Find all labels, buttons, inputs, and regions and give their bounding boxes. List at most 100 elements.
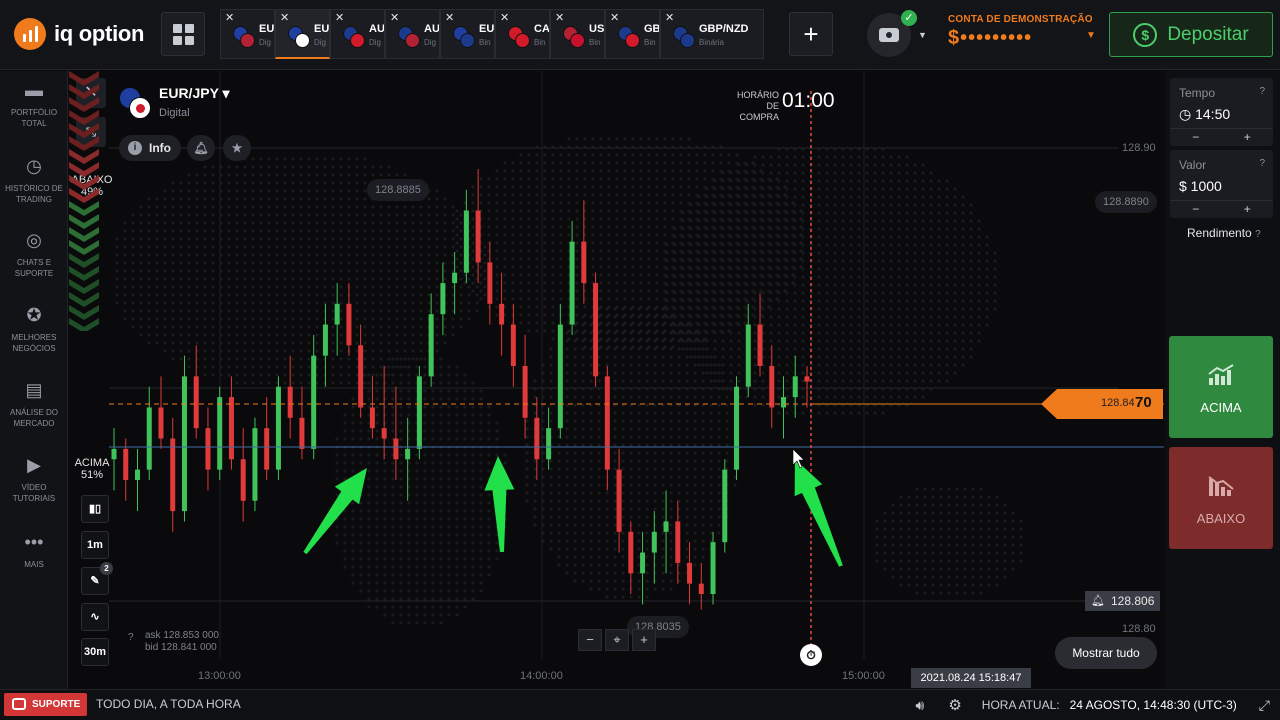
show-all-button[interactable]: Mostrar tudo <box>1055 637 1157 669</box>
close-tab-icon[interactable]: ✕ <box>555 11 564 24</box>
price-level-label: 128.80 <box>1122 623 1156 635</box>
camera-icon[interactable]: ✓ <box>867 10 917 57</box>
world-map-background <box>115 137 1023 625</box>
increase-amount-button[interactable]: + <box>1244 201 1251 218</box>
asset-type: Digital <box>159 107 190 119</box>
crosshair-icon[interactable]: ⌖ <box>605 629 629 651</box>
close-tab-icon[interactable]: ✕ <box>335 11 344 24</box>
add-asset-button[interactable]: + <box>789 12 833 56</box>
eur-jpy-flag-icon <box>119 87 153 121</box>
help-icon[interactable]: ? <box>1255 229 1261 240</box>
asset-tab[interactable]: ✕ GBP/NZD Binária <box>660 9 764 59</box>
asset-grid-button[interactable] <box>161 12 205 56</box>
close-tab-icon[interactable]: ✕ <box>500 11 509 24</box>
candle-body <box>405 448 411 460</box>
brand-logo[interactable]: iq option <box>14 18 144 50</box>
candle-body <box>452 272 458 284</box>
account-selector[interactable]: CONTA DE DEMONSTRAÇÃO $••••••••• ▼ <box>948 14 1096 50</box>
candle-body <box>123 448 129 480</box>
sidebar-item[interactable]: ◎ CHATS E SUPORTE <box>0 229 68 279</box>
asset-tab[interactable]: ✕ EU Dig <box>275 9 330 59</box>
fullscreen-icon[interactable]: ⤢ <box>1259 697 1270 714</box>
candle-body <box>534 417 540 460</box>
increase-time-button[interactable]: + <box>1244 129 1251 146</box>
candle-body <box>722 469 728 543</box>
zoom-in-button[interactable]: + <box>632 629 656 651</box>
asset-tab[interactable]: ✕ US Bin <box>550 9 605 59</box>
sidebar-item[interactable]: ✪ MELHORES NEGÓCIOS <box>0 304 68 354</box>
close-tab-icon[interactable]: ✕ <box>225 11 234 24</box>
amount-field[interactable]: Valor ? $ 1000 − + <box>1170 150 1273 218</box>
help-icon[interactable]: ? <box>1259 86 1265 97</box>
sidebar-item[interactable]: ••• MAIS <box>0 531 68 570</box>
close-tab-icon[interactable]: ✕ <box>445 11 454 24</box>
sidebar-item[interactable]: ▶ VÍDEO TUTORIAIS <box>0 454 68 504</box>
price-chart[interactable]: ✕ ⤡ EUR/JPY ▾ Digital i Info 🔔︎ ★ ABAIXO… <box>69 71 1164 689</box>
candle-body <box>275 386 281 470</box>
gear-icon[interactable]: ⚙ <box>948 696 961 714</box>
asset-tab[interactable]: ✕ CA Bin <box>495 9 550 59</box>
current-price-tag: 128.84 70 <box>1041 389 1163 419</box>
tab-asset-type: Dig <box>424 38 437 47</box>
drawings-badge: 2 <box>100 562 113 575</box>
sidebar-item-label: MELHORES NEGÓCIOS <box>11 333 57 353</box>
asset-tab[interactable]: ✕ GB Bin <box>605 9 660 59</box>
clock-icon: ◷ <box>1179 106 1192 122</box>
currency-flag-icon <box>618 26 640 48</box>
sentiment-chevron <box>69 305 99 320</box>
close-tab-icon[interactable]: ✕ <box>280 11 289 24</box>
candle-body <box>510 324 516 366</box>
close-tab-icon[interactable]: ✕ <box>390 11 399 24</box>
expiry-button[interactable]: 30m <box>81 638 109 666</box>
amount-value[interactable]: $ 1000 <box>1179 178 1222 194</box>
pencil-icon: ✎ <box>90 575 100 587</box>
drawing-tools-button[interactable]: ✎ 2 <box>81 562 113 595</box>
asset-tab[interactable]: ✕ AU Dig <box>385 9 440 59</box>
candle-body <box>593 283 599 377</box>
chart-canvas[interactable] <box>69 71 1164 689</box>
candle-body <box>710 542 716 594</box>
deposit-button[interactable]: $ Depositar <box>1109 12 1273 57</box>
decrease-time-button[interactable]: − <box>1192 129 1199 146</box>
sidebar-item[interactable]: ▬ PORTFÓLIO TOTAL <box>0 79 68 129</box>
star-icon[interactable]: ★ <box>223 135 251 161</box>
bell-icon[interactable]: 🔔︎ <box>187 135 215 161</box>
tab-asset-name: AU <box>369 23 385 35</box>
expiry-time-field[interactable]: Tempo ? ◷ 14:50 − + <box>1170 78 1273 146</box>
buy-up-button[interactable]: ACIMA <box>1169 336 1273 438</box>
stopwatch-icon[interactable]: ⏱︎ <box>800 644 822 666</box>
zoom-out-button[interactable]: − <box>578 629 602 651</box>
candle-body <box>299 417 305 449</box>
time-label: Tempo <box>1179 86 1216 100</box>
decrease-amount-button[interactable]: − <box>1192 201 1199 218</box>
chevron-down-icon[interactable]: ▼ <box>918 30 927 40</box>
currency-flag-icon <box>508 26 530 48</box>
candle-body <box>698 583 704 594</box>
volume-icon[interactable]: 🔊︎ <box>916 697 925 714</box>
currency-flag-icon <box>398 26 420 48</box>
help-icon[interactable]: ? <box>1259 158 1265 169</box>
timeframe-button[interactable]: 1m <box>81 531 109 559</box>
asset-tab[interactable]: ✕ EU Dig <box>220 9 275 59</box>
buy-down-button[interactable]: ABAIXO <box>1169 447 1273 549</box>
close-tab-icon[interactable]: ✕ <box>610 11 619 24</box>
sidebar-item[interactable]: ▤ ANÁLISE DO MERCADO <box>0 379 68 429</box>
help-icon[interactable]: ? <box>128 632 134 644</box>
indicators-button[interactable]: ∿ <box>81 603 109 631</box>
candle-body <box>651 531 657 553</box>
candle-type-button[interactable]: ▮▯ <box>81 495 109 523</box>
left-sidebar: ▬ PORTFÓLIO TOTAL ◷ HISTÓRICO DE TRADING ◎ CH… <box>0 71 68 689</box>
support-button[interactable]: SUPORTE <box>4 693 87 716</box>
info-button[interactable]: i Info <box>119 135 181 161</box>
asset-tab[interactable]: ✕ EU Bin <box>440 9 495 59</box>
price-alert-tag[interactable]: 🔔︎ 128.806 <box>1085 591 1161 611</box>
candle-body <box>628 531 634 574</box>
asset-tab[interactable]: ✕ AU Dig <box>330 9 385 59</box>
close-tab-icon[interactable]: ✕ <box>665 11 674 24</box>
sidebar-item[interactable]: ◷ HISTÓRICO DE TRADING <box>0 155 68 205</box>
tab-asset-type: Bin <box>589 38 601 47</box>
yield-label: Rendimento ? <box>1187 226 1261 240</box>
candle-body <box>264 428 270 470</box>
purchase-timer: 01:00 <box>782 89 835 112</box>
candle-body <box>757 324 763 366</box>
